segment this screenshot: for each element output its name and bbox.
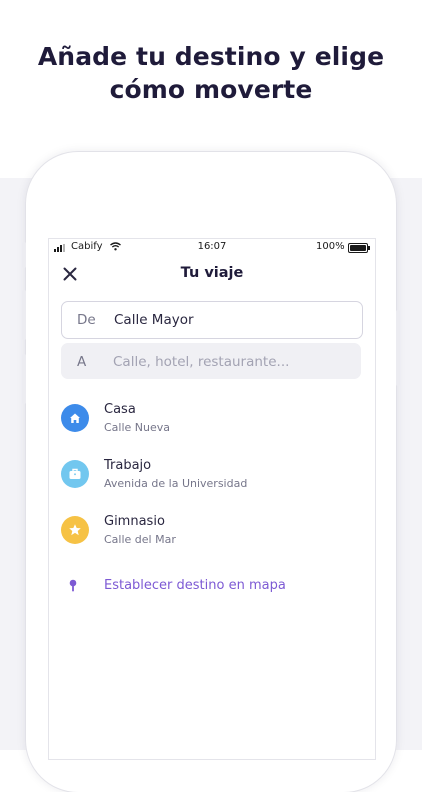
place-address: Calle Nueva: [104, 421, 171, 434]
headline-line-2: cómo moverte: [109, 75, 313, 104]
phone-side-button: [22, 354, 26, 404]
briefcase-icon: [61, 460, 89, 488]
saved-place-work[interactable]: Trabajo Avenida de la Universidad: [61, 458, 361, 502]
origin-value: Calle Mayor: [114, 312, 194, 328]
place-name: Trabajo: [104, 458, 152, 473]
destination-field[interactable]: A: [61, 343, 361, 379]
app-screen: Cabify 16:07 100% Tu viaje De Calle Mayo…: [48, 238, 376, 760]
origin-field[interactable]: De Calle Mayor: [61, 301, 363, 339]
headline-line-1: Añade tu destino y elige: [37, 42, 385, 71]
battery-percent: 100%: [316, 241, 345, 252]
set-destination-on-map-label: Establecer destino en mapa: [104, 578, 286, 593]
status-bar: Cabify 16:07 100%: [49, 239, 375, 257]
map-pin-icon: [68, 578, 78, 597]
saved-place-home[interactable]: Casa Calle Nueva: [61, 402, 361, 446]
page-title: Tu viaje: [180, 265, 244, 281]
home-icon: [61, 404, 89, 432]
origin-prefix: De: [77, 312, 96, 328]
place-name: Gimnasio: [104, 514, 165, 529]
place-name: Casa: [104, 402, 136, 417]
place-address: Calle del Mar: [104, 533, 176, 546]
saved-place-gym[interactable]: Gimnasio Calle del Mar: [61, 514, 361, 558]
battery-icon: [348, 243, 370, 253]
star-icon: [61, 516, 89, 544]
destination-prefix: A: [77, 354, 87, 370]
phone-side-button: [22, 290, 26, 340]
phone-side-button: [22, 242, 26, 268]
place-address: Avenida de la Universidad: [104, 477, 248, 490]
phone-side-button: [396, 310, 400, 386]
destination-input[interactable]: [113, 352, 348, 372]
marketing-headline: Añade tu destino y elige cómo moverte: [0, 40, 422, 106]
set-destination-on-map-button[interactable]: Establecer destino en mapa: [61, 575, 361, 599]
